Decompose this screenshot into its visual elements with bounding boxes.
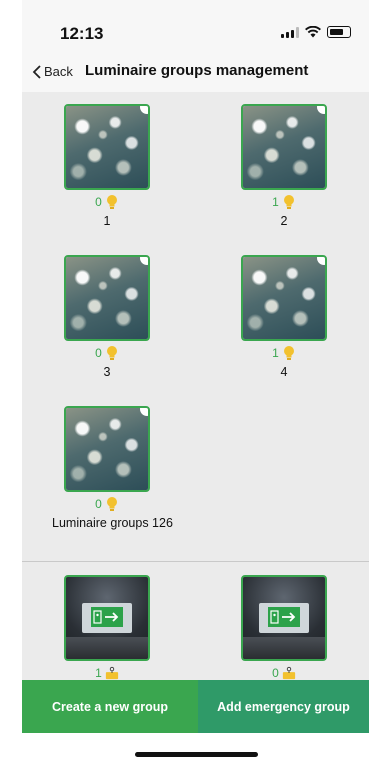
luminaire-count: 0 <box>52 344 162 362</box>
group-name: 4 <box>280 365 288 379</box>
group-thumbnail <box>64 406 150 492</box>
group-item-4[interactable]: 1 4 <box>229 255 339 379</box>
group-thumbnail <box>241 255 327 341</box>
group-name: 1 <box>103 214 111 228</box>
exit-sign-icon <box>93 610 119 624</box>
emergency-light-icon <box>282 666 295 680</box>
home-area <box>22 733 369 758</box>
signal-icon <box>281 26 299 38</box>
emergency-group-item-2[interactable]: 0 <box>229 575 339 680</box>
group-item-2[interactable]: 1 2 <box>229 104 339 228</box>
battery-icon <box>327 26 351 38</box>
status-bar: 12:13 <box>22 0 369 58</box>
group-name: 3 <box>103 365 111 379</box>
group-thumbnail <box>241 104 327 190</box>
lightbulb-icon <box>106 497 117 511</box>
navigation-bar: Back Luminaire groups management <box>22 58 369 93</box>
add-emergency-group-button[interactable]: Add emergency group <box>198 680 369 733</box>
lightbulb-icon <box>283 195 294 209</box>
group-item-3[interactable]: 0 3 <box>52 255 162 379</box>
back-label: Back <box>44 64 73 79</box>
exit-sign-icon <box>270 610 296 624</box>
group-thumbnail <box>64 255 150 341</box>
lightbulb-icon <box>283 346 294 360</box>
app-screen: 12:13 Back Luminaire groups management 0… <box>22 0 369 758</box>
page-title: Luminaire groups management <box>85 62 309 79</box>
luminaire-count: 1 <box>229 193 339 211</box>
emergency-thumbnail <box>64 575 150 661</box>
groups-list[interactable]: 0 1 1 2 0 3 1 4 0 Luminaire groups 126 1… <box>22 92 369 680</box>
back-button[interactable]: Back <box>32 64 73 79</box>
create-group-button[interactable]: Create a new group <box>22 680 198 733</box>
emergency-light-icon <box>105 666 118 680</box>
status-time: 12:13 <box>60 24 104 43</box>
emergency-count: 0 <box>229 664 339 680</box>
luminaire-count: 1 <box>229 344 339 362</box>
emergency-thumbnail <box>241 575 327 661</box>
group-thumbnail <box>64 104 150 190</box>
luminaire-count: 0 <box>52 495 162 513</box>
action-bar: Create a new group Add emergency group <box>22 680 369 733</box>
luminaire-count: 0 <box>52 193 162 211</box>
section-divider <box>22 561 369 562</box>
home-indicator[interactable] <box>135 752 258 757</box>
group-item-1[interactable]: 0 1 <box>52 104 162 228</box>
wifi-icon <box>305 26 321 38</box>
lightbulb-icon <box>106 346 117 360</box>
emergency-group-item-1[interactable]: 1 <box>52 575 162 680</box>
status-icons <box>281 26 351 38</box>
group-name: Luminaire groups 126 <box>52 516 173 530</box>
lightbulb-icon <box>106 195 117 209</box>
group-item-126[interactable]: 0 Luminaire groups 126 <box>52 406 173 530</box>
chevron-left-icon <box>32 64 41 79</box>
emergency-count: 1 <box>52 664 162 680</box>
group-name: 2 <box>280 214 288 228</box>
